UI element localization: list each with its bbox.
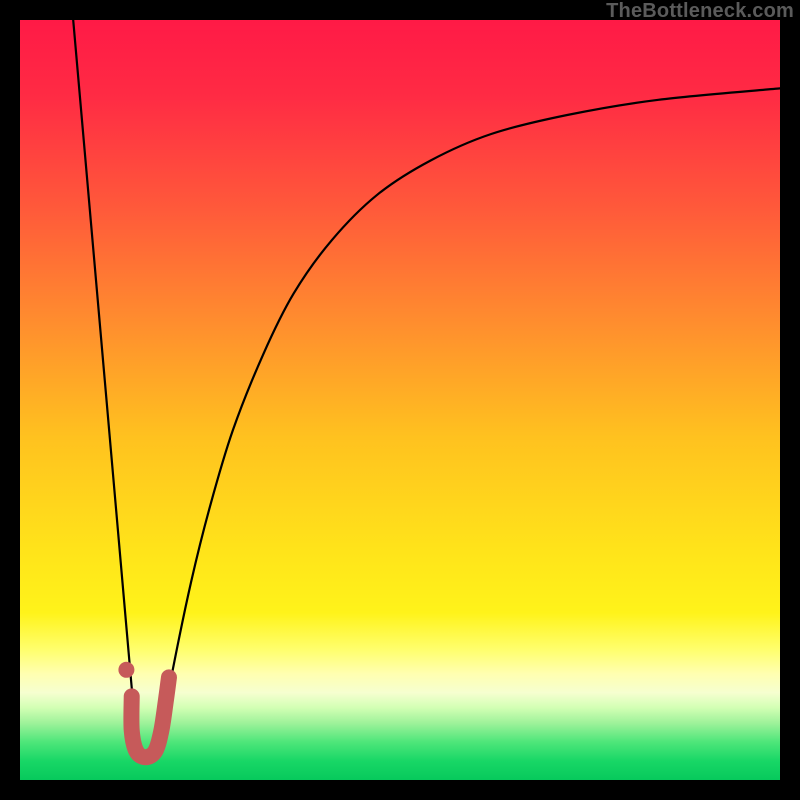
right-branch-line — [157, 88, 780, 757]
curves-layer — [20, 20, 780, 780]
left-branch-line — [73, 20, 138, 757]
j-marker-dot — [118, 662, 134, 678]
chart-stage: TheBottleneck.com — [0, 0, 800, 800]
j-marker — [131, 677, 169, 757]
plot-area — [20, 20, 780, 780]
